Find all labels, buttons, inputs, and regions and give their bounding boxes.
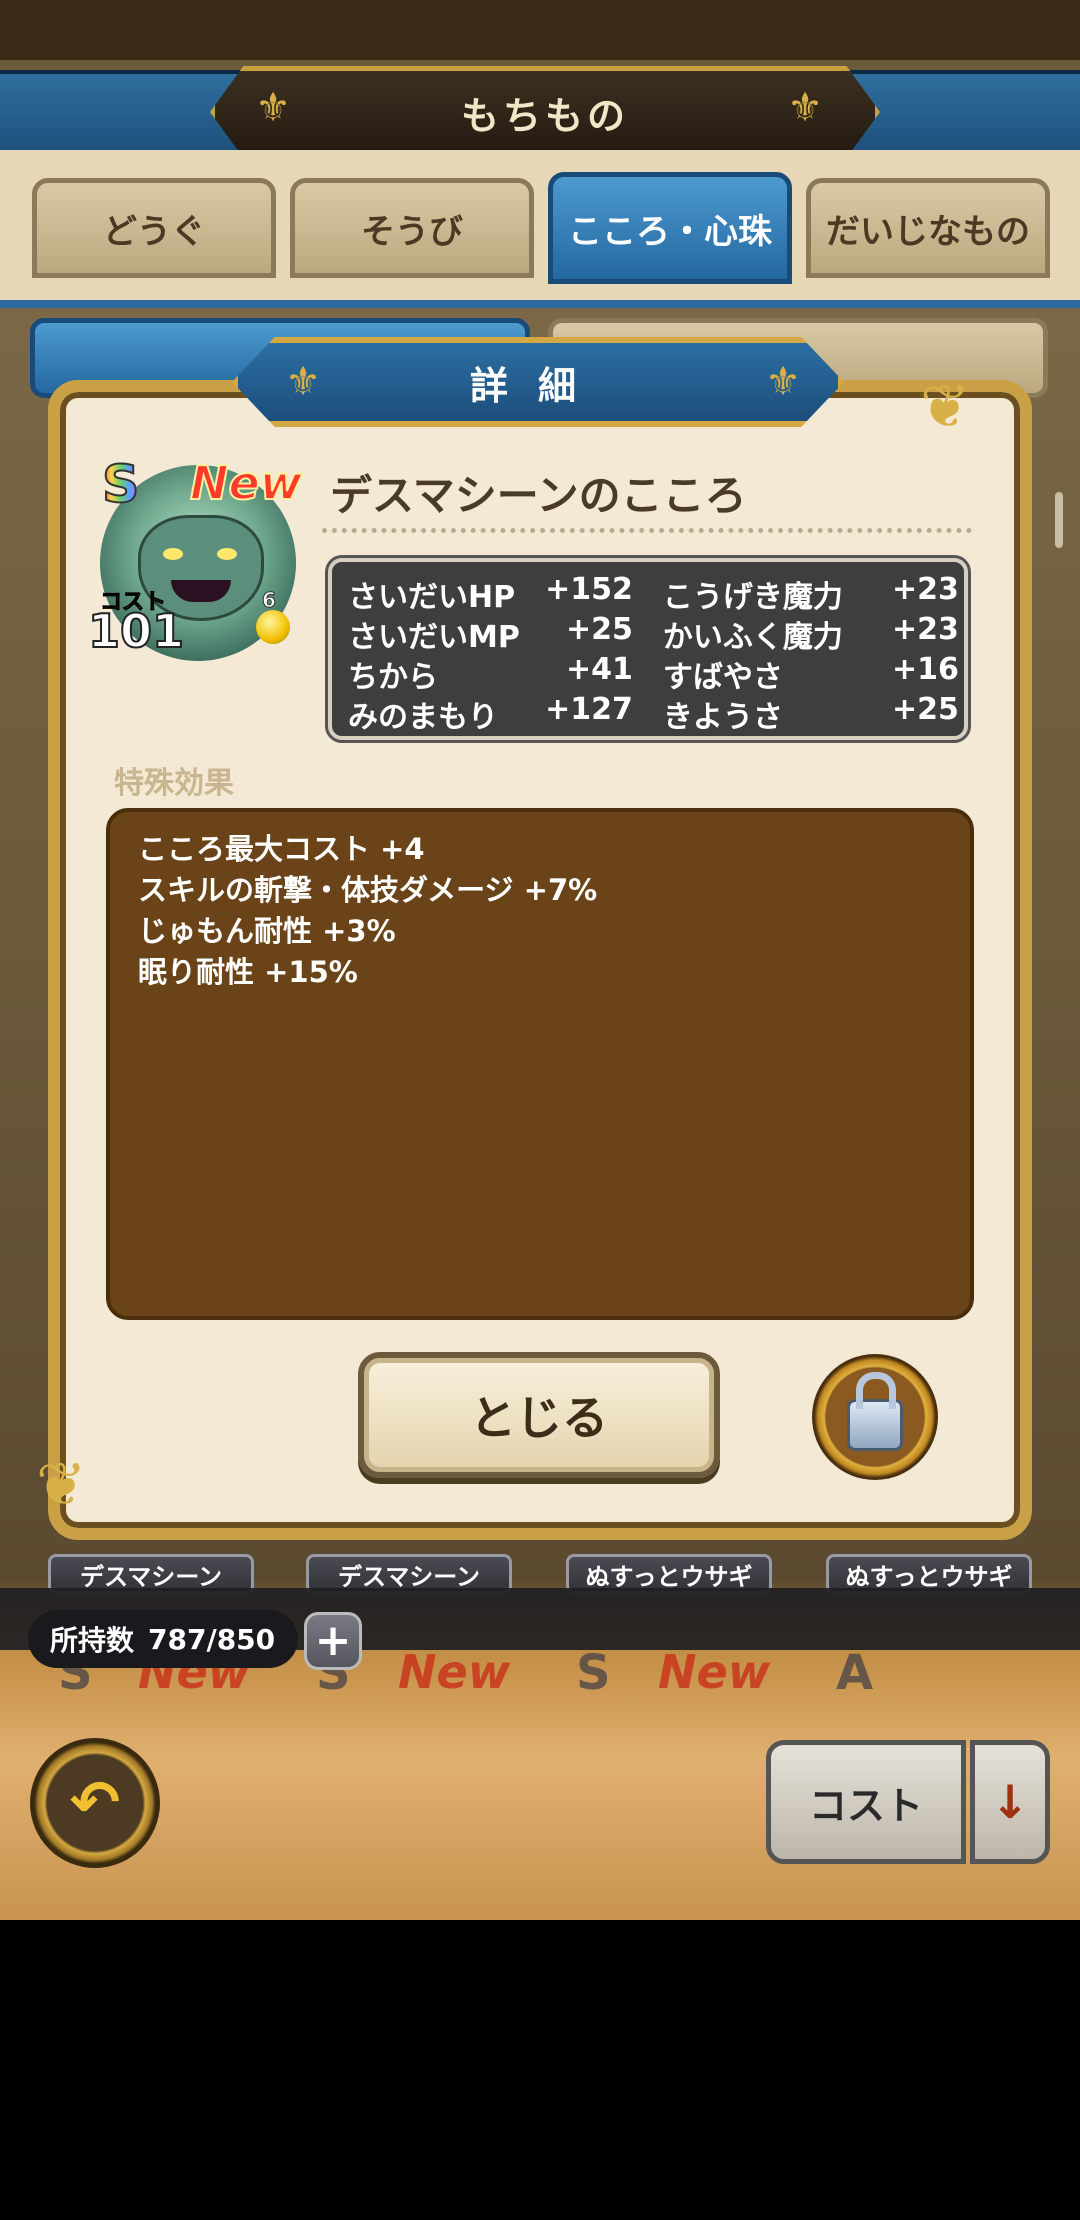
- item-count: 所持数 787/850: [28, 1610, 298, 1668]
- undo-icon: ↶: [69, 1768, 121, 1838]
- unlock-icon: [847, 1372, 903, 1451]
- list-rank: S: [576, 1645, 611, 1701]
- tab-kokoro[interactable]: こころ・心珠: [548, 172, 792, 284]
- stat-value: +23: [892, 572, 959, 607]
- tab-label: だいじなもの: [826, 211, 1030, 252]
- cost-value: 101: [87, 603, 185, 659]
- effects-panel: こころ最大コスト +4 スキルの斬撃・体技ダメージ +7% じゅもん耐性 +3%…: [106, 808, 974, 1320]
- stat-row: さいだいMP +25 かいふく魔力 +23: [348, 612, 959, 655]
- list-new-badge: New: [658, 1645, 771, 1699]
- stat-value: +23: [892, 612, 959, 647]
- tab-label: そうび: [361, 211, 463, 252]
- special-effects-label: 特殊効果: [114, 766, 234, 801]
- list-rank: A: [836, 1645, 874, 1701]
- effect-item: 眠り耐性 +15%: [138, 955, 358, 989]
- stat-row: ちから +41 すばやさ +16: [348, 652, 959, 695]
- tab-soubi[interactable]: そうび: [290, 178, 534, 278]
- effect-item: スキルの斬撃・体技ダメージ +7%: [138, 873, 598, 907]
- stat-row: みのまもり +127 きようさ +25: [348, 692, 959, 735]
- count-value: 787/850: [148, 1622, 276, 1656]
- stat-name: すばやさ: [662, 660, 783, 695]
- stats-panel: さいだいHP +152 こうげき魔力 +23 さいだいMP +25 かいふく魔力…: [328, 558, 968, 740]
- stat-name: かいふく魔力: [662, 620, 843, 655]
- corner-ornament-icon: ❦: [36, 1450, 87, 1520]
- fleur-right-icon: ⚜: [765, 359, 801, 405]
- eye: [217, 548, 237, 560]
- count-label: 所持数: [50, 1624, 135, 1657]
- scrollbar[interactable]: [1055, 492, 1063, 548]
- stat-name: きようさ: [662, 700, 783, 735]
- back-button[interactable]: ↶: [30, 1738, 160, 1868]
- stat-value: +16: [892, 652, 959, 687]
- stat-value: +25: [892, 692, 959, 727]
- new-badge: New: [189, 455, 303, 511]
- stat-value: +127: [545, 692, 633, 727]
- lock-toggle-button[interactable]: [812, 1354, 938, 1480]
- fleur-left-icon: ⚜: [285, 359, 321, 405]
- eye: [163, 548, 183, 560]
- stat-name: ちから: [348, 660, 438, 695]
- arrow-down-icon: ↓: [990, 1775, 1030, 1829]
- tab-label: こころ・心珠: [568, 211, 772, 252]
- gold-orb-icon: [256, 610, 290, 644]
- stat-value: +25: [566, 612, 633, 647]
- game-screen: もちもの ⚜ ⚜ どうぐ そうび こころ・心珠 だいじなもの デスマシーン デス…: [0, 0, 1080, 1920]
- sort-cost-button[interactable]: コスト: [766, 1740, 966, 1864]
- expand-capacity-button[interactable]: +: [304, 1612, 362, 1670]
- stat-name: こうげき魔力: [662, 580, 843, 615]
- mouth: [171, 580, 231, 602]
- sort-order-button[interactable]: ↓: [970, 1740, 1050, 1864]
- stat-row: さいだいHP +152 こうげき魔力 +23: [348, 572, 959, 615]
- stat-value: +41: [566, 652, 633, 687]
- corner-ornament-icon: ❦: [920, 372, 971, 442]
- stat-name: さいだいMP: [348, 620, 520, 655]
- divider: [322, 528, 972, 533]
- rank-badge: S: [101, 454, 140, 516]
- stat-name: みのまもり: [348, 700, 498, 735]
- list-new-badge: New: [398, 1645, 511, 1699]
- tab-daijinamono[interactable]: だいじなもの: [806, 178, 1050, 278]
- tab-label: どうぐ: [103, 211, 205, 252]
- tab-dougu[interactable]: どうぐ: [32, 178, 276, 278]
- level-value: 6: [262, 588, 277, 613]
- close-button[interactable]: とじる: [358, 1352, 720, 1478]
- stat-name: さいだいHP: [348, 580, 516, 615]
- stat-value: +152: [545, 572, 633, 607]
- fleur-right-icon: ⚜: [787, 85, 823, 131]
- item-name: デスマシーンのこころ: [330, 471, 747, 520]
- effect-item: じゅもん耐性 +3%: [138, 914, 396, 948]
- fleur-left-icon: ⚜: [255, 85, 291, 131]
- effect-item: こころ最大コスト +4: [138, 832, 425, 866]
